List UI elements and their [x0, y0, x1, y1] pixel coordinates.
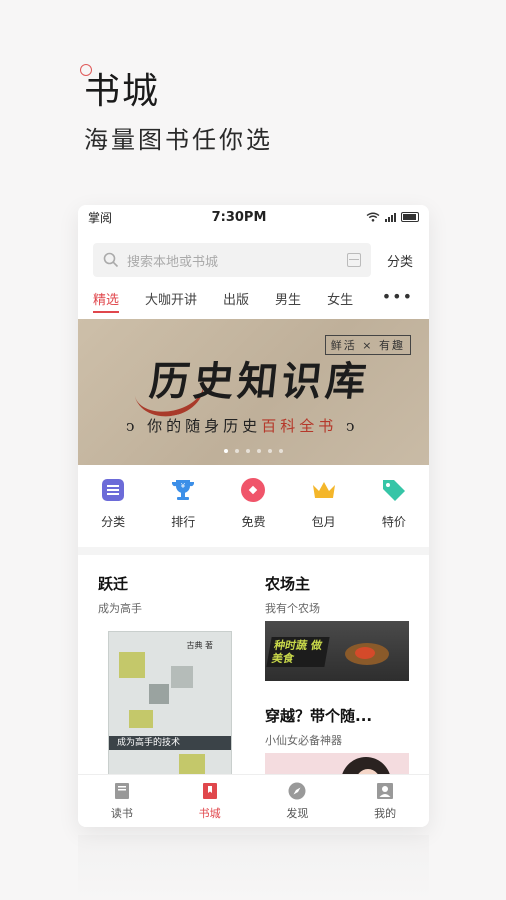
tab-female[interactable]: 女生: [327, 289, 353, 308]
search-input[interactable]: 搜索本地或书城: [93, 243, 371, 277]
carousel-dot: [224, 449, 228, 453]
cover-graphic: [149, 684, 169, 704]
clock: 7:30PM: [211, 209, 267, 225]
cover-text: 种时蔬 做美食: [266, 637, 330, 667]
bottom-nav: 读书 书城 发现 我的: [78, 774, 429, 827]
crown-icon: [311, 477, 337, 503]
carousel-indicator: [224, 449, 283, 453]
banner-title: 历史知识库: [147, 358, 373, 405]
cover-author: 古典 著: [186, 641, 213, 650]
carousel-dot: [257, 449, 261, 453]
price-tag-icon: [381, 477, 407, 503]
book-card-time-travel[interactable]: 穿越？带个随... 小仙女必备神器: [265, 705, 372, 748]
search-placeholder: 搜索本地或书城: [127, 254, 219, 270]
nav-read[interactable]: 读书: [92, 781, 152, 821]
book-title: 农场主: [265, 575, 311, 593]
quick-entry-label: 免费: [241, 515, 266, 529]
nav-label: 我的: [374, 807, 397, 820]
quick-entry-free[interactable]: 免费: [223, 477, 283, 539]
scan-icon[interactable]: [347, 253, 361, 267]
cover-graphic: [129, 710, 153, 728]
farm-cover[interactable]: 种时蔬 做美食: [265, 621, 409, 681]
banner-caption-highlight: 百科全书: [261, 417, 338, 435]
status-icons: [366, 212, 419, 222]
banner-caption: ↄ 你的随身历史百科全书 ↄ: [126, 415, 358, 436]
nav-discover[interactable]: 发现: [267, 781, 327, 821]
banner-carousel[interactable]: 鲜活 × 有趣 历史知识库 ↄ 你的随身历史百科全书 ↄ: [78, 319, 429, 465]
banner-caption-main: 你的随身历史: [147, 417, 262, 435]
search-row: 搜索本地或书城 分类: [93, 243, 429, 277]
quick-entry-label: 分类: [101, 515, 126, 529]
status-bar: 掌阅 7:30PM: [78, 205, 429, 229]
nav-bookstore[interactable]: 书城: [180, 781, 240, 821]
nav-label: 读书: [110, 807, 133, 820]
tab-featured[interactable]: 精选: [93, 289, 120, 313]
user-icon: [377, 783, 394, 799]
bookmark-icon: [202, 783, 217, 799]
quick-entry-label: 包月: [311, 515, 336, 529]
book-subtitle: 小仙女必备神器: [265, 734, 342, 747]
book-cover[interactable]: 古典 著 成为高手的技术: [108, 631, 232, 783]
book-icon: [114, 783, 129, 799]
wifi-icon: [366, 212, 380, 222]
nav-label: 书城: [198, 807, 221, 820]
cover-graphic: [119, 652, 145, 678]
dish-graphic: [355, 647, 375, 659]
battery-icon: [400, 212, 419, 222]
nav-label: 发现: [286, 807, 309, 820]
book-title: 穿越？带个随...: [265, 707, 373, 725]
page-title: 书城: [84, 71, 161, 112]
quick-entry-monthly[interactable]: 包月: [294, 477, 354, 539]
carousel-dot: [246, 449, 250, 453]
book-card-leap[interactable]: 跃迁 成为高手: [98, 573, 142, 616]
signal-icon: [384, 212, 396, 222]
quick-entry-label: 特价: [381, 515, 406, 529]
compass-icon: [288, 782, 306, 800]
book-title: 跃迁: [98, 575, 129, 593]
nav-profile[interactable]: 我的: [355, 781, 415, 821]
book-subtitle: 成为高手: [98, 602, 142, 615]
section-divider: [78, 547, 429, 555]
list-icon: [100, 477, 126, 503]
tab-publishing[interactable]: 出版: [223, 289, 249, 308]
search-icon: [103, 252, 119, 268]
tab-male[interactable]: 男生: [275, 289, 301, 308]
phone-screen: 掌阅 7:30PM 搜索本地或书城 分类 精选 大咖开讲 出版 男生 女生 ••…: [78, 205, 429, 827]
carousel-dot: [268, 449, 272, 453]
carrier-label: 掌阅: [88, 210, 113, 225]
carousel-dot: [279, 449, 283, 453]
more-tabs-icon[interactable]: •••: [382, 287, 413, 306]
banner-caption-suffix-icon: ↄ: [337, 417, 359, 435]
quick-entry-ranking[interactable]: ¥ 排行: [153, 477, 213, 539]
banner-caption-prefix-icon: ↄ: [126, 417, 148, 435]
quick-entry-row: 分类 ¥ 排行 免费 包月 特价: [78, 477, 429, 539]
cover-graphic: [171, 666, 193, 688]
carousel-dot: [235, 449, 239, 453]
category-button[interactable]: 分类: [387, 251, 413, 270]
quick-entry-category[interactable]: 分类: [83, 477, 143, 539]
tab-expert-talks[interactable]: 大咖开讲: [145, 289, 197, 308]
trophy-icon: ¥: [170, 477, 196, 503]
phone-reflection: [78, 835, 429, 900]
quick-entry-discount[interactable]: 特价: [364, 477, 424, 539]
cover-title: 成为高手的技术: [109, 736, 231, 750]
svg-text:¥: ¥: [181, 482, 186, 490]
channel-tabs: 精选 大咖开讲 出版 男生 女生 •••: [93, 287, 429, 315]
book-subtitle: 我有个农场: [265, 602, 320, 615]
gift-icon: [240, 477, 266, 503]
page-subtitle: 海量图书任你选: [84, 126, 273, 154]
quick-entry-label: 排行: [171, 515, 196, 529]
book-card-farmer[interactable]: 农场主 我有个农场: [265, 573, 320, 616]
